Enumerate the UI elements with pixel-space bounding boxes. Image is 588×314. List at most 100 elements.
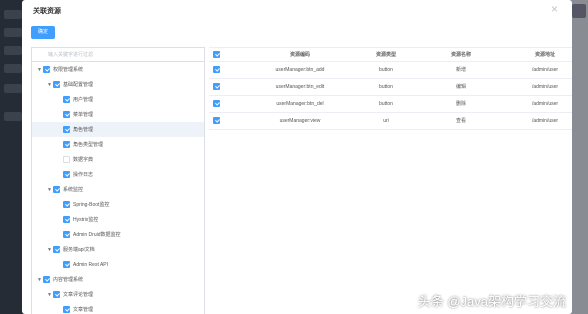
tree-node-label: 权限管理系统 [53, 67, 84, 73]
table-row[interactable]: userManager:btn_del button 删除/admin/user [209, 96, 572, 113]
column-header-code: 资源编码 [289, 52, 310, 58]
cell-resource-code: userManager:view [279, 118, 321, 124]
tree-node-label: 角色类型管理 [73, 142, 104, 148]
tree-node-label: Admin Druid数据监控 [73, 232, 121, 238]
resource-table: 资源编码 资源类型 资源名称 资源地址 userManager:btn_addb… [209, 47, 572, 314]
tree-node[interactable]: 用户管理 [32, 92, 204, 107]
tree-node-checkbox[interactable] [63, 111, 70, 118]
tree-node-checkbox[interactable] [53, 291, 60, 298]
tree-node-checkbox[interactable] [63, 216, 70, 223]
tree-node[interactable]: Admin Druid数据监控 [32, 227, 204, 242]
tree-node-label: 操作日志 [73, 172, 94, 178]
expand-arrow-icon[interactable]: ▼ [36, 67, 43, 73]
tree-node[interactable]: Spring-Boot监控 [32, 197, 204, 212]
close-icon[interactable]: × [551, 3, 558, 15]
tree-node[interactable]: 数据字典 [32, 152, 204, 167]
tree-node[interactable]: 角色管理 [32, 122, 204, 137]
cell-resource-name: 新增 [455, 67, 466, 73]
row-checkbox[interactable] [213, 117, 220, 124]
tree-node[interactable]: ▼ 权限管理系统 [32, 62, 204, 77]
tree-node-checkbox[interactable] [63, 231, 70, 238]
tree-node-checkbox[interactable] [43, 66, 50, 73]
table-header: 资源编码 资源类型 资源名称 资源地址 [209, 47, 572, 62]
tree-node[interactable]: 角色类型管理 [32, 137, 204, 152]
dialog-title: 关联资源 [33, 8, 61, 15]
expand-arrow-icon[interactable]: ▼ [36, 277, 43, 283]
cell-resource-url: /admin/user [531, 118, 559, 124]
tree-node-label: Admin Rest API [73, 261, 109, 268]
tree-node[interactable]: Hystrix监控 [32, 212, 204, 227]
tree-node-checkbox[interactable] [43, 276, 50, 283]
cell-resource-type: button [379, 84, 393, 90]
cell-resource-url: /admin/user [531, 67, 559, 73]
tree-node[interactable]: 文章管理 [32, 302, 204, 314]
tree-node-checkbox[interactable] [63, 201, 70, 208]
background-menu-item [4, 84, 22, 93]
background-menu-item [4, 64, 22, 73]
expand-arrow-icon[interactable]: ▼ [46, 292, 53, 298]
tree-node-label: Hystrix监控 [73, 217, 99, 223]
cell-resource-code: userManager:btn_edit [275, 84, 325, 90]
watermark: 头条 @Java架构学习交流 [417, 294, 566, 309]
tree-node-checkbox[interactable] [53, 246, 60, 253]
table-row[interactable]: userManager:btn_edit button 编辑/admin/user [209, 79, 572, 96]
tree-node-checkbox[interactable] [53, 81, 60, 88]
tree-node-label: 菜单管理 [73, 112, 94, 118]
tree-node-checkbox[interactable] [63, 141, 70, 148]
cell-resource-type: button [379, 101, 393, 107]
tree-node-label: 服务端api文档 [63, 247, 95, 253]
tree-node[interactable]: ▼ 系统监控 [32, 182, 204, 197]
tree-node-checkbox[interactable] [63, 156, 70, 163]
cell-resource-type: uri [383, 118, 389, 124]
background-menu-item [4, 10, 22, 19]
cell-resource-name: 编辑 [455, 84, 466, 90]
dialog-header: 关联资源 × [22, 0, 572, 22]
column-header-type: 资源类型 [375, 52, 396, 58]
expand-arrow-icon[interactable]: ▼ [46, 82, 53, 88]
table-row[interactable]: userManager:btn_add button 新增/admin/user [209, 62, 572, 79]
tree-node-label: 角色管理 [73, 127, 94, 133]
cell-resource-url: /admin/user [531, 101, 559, 107]
confirm-button[interactable]: 确定 [31, 26, 55, 39]
tree-filter-input[interactable] [32, 48, 204, 62]
tree-node-label: 用户管理 [73, 97, 94, 103]
cell-resource-type: button [379, 67, 393, 73]
tree-node-label: 基础配置管理 [63, 82, 94, 88]
background-avatar [572, 4, 586, 18]
background-menu-item [4, 46, 22, 55]
tree-node-checkbox[interactable] [53, 186, 60, 193]
cell-resource-name: 查看 [455, 118, 466, 124]
tree-node[interactable]: Admin Rest API [32, 257, 204, 272]
cell-resource-code: userManager:btn_del [276, 101, 324, 107]
tree-node-checkbox[interactable] [63, 126, 70, 133]
tree-node[interactable]: ▼ 基础配置管理 [32, 77, 204, 92]
tree-node-label: 系统监控 [63, 187, 84, 193]
cell-resource-url: /admin/user [531, 84, 559, 90]
expand-arrow-icon[interactable]: ▼ [46, 187, 53, 193]
tree-node-checkbox[interactable] [63, 96, 70, 103]
row-checkbox[interactable] [213, 100, 220, 107]
tree-node[interactable]: ▼ 内容管理系统 [32, 272, 204, 287]
background-menu-item [4, 28, 22, 37]
row-checkbox[interactable] [213, 83, 220, 90]
table-row[interactable]: userManager:view uri 查看/admin/user [209, 113, 572, 130]
expand-arrow-icon[interactable]: ▼ [46, 247, 53, 253]
tree-node-label: 内容管理系统 [53, 277, 84, 283]
tree-node-label: 数据字典 [73, 157, 94, 163]
tree-node[interactable]: 菜单管理 [32, 107, 204, 122]
row-checkbox[interactable] [213, 66, 220, 73]
background-menu-item [4, 112, 22, 121]
tree-node-label: Spring-Boot监控 [73, 202, 110, 208]
cell-resource-code: userManager:btn_add [275, 67, 325, 73]
tree-node-checkbox[interactable] [63, 171, 70, 178]
cell-resource-name: 删除 [455, 101, 466, 107]
tree-node[interactable]: 操作日志 [32, 167, 204, 182]
tree-node-checkbox[interactable] [63, 306, 70, 313]
resource-tree-panel: ▼ 权限管理系统 ▼ 基础配置管理用户管理菜单管理角色管理角色类型管理数据字典操作日志… [31, 47, 205, 314]
tree-node-label: 文章管理 [73, 307, 94, 313]
tree-node[interactable]: ▼ 服务端api文档 [32, 242, 204, 257]
tree-node[interactable]: ▼ 文章评论管理 [32, 287, 204, 302]
tree-node-checkbox[interactable] [63, 261, 70, 268]
tree-node-label: 文章评论管理 [63, 292, 94, 298]
select-all-checkbox[interactable] [213, 51, 220, 58]
